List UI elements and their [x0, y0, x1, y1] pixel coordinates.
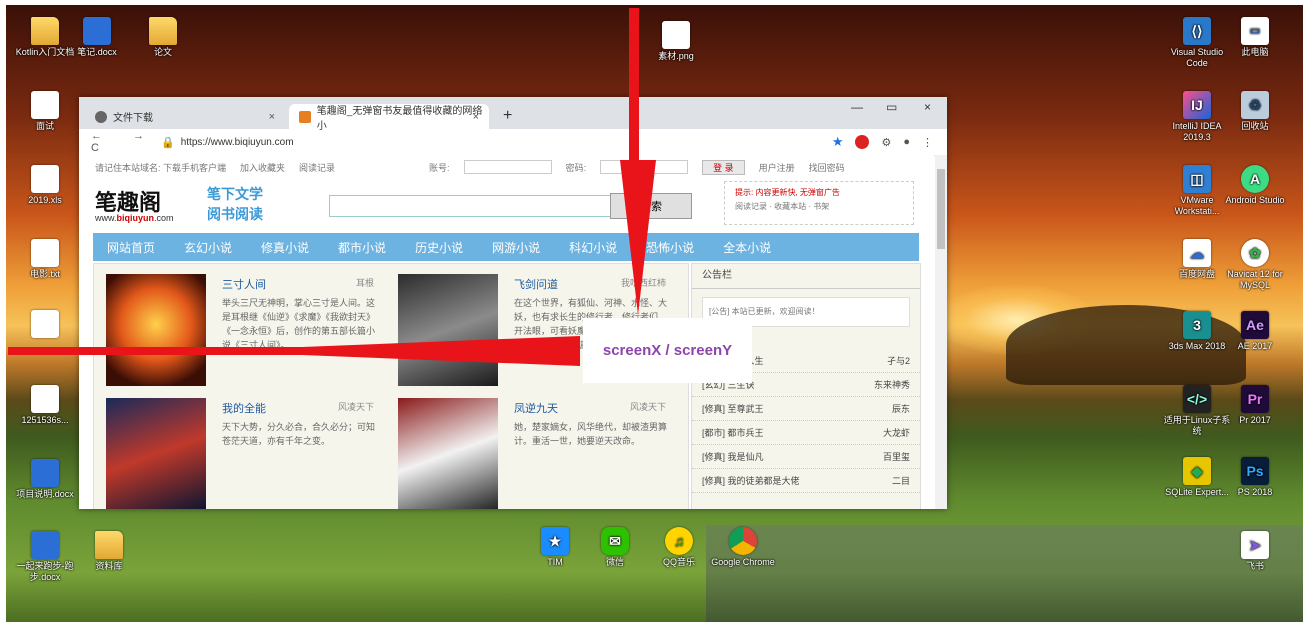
screen-xy-label: screenX / screenY — [583, 318, 752, 383]
arrow-left-head — [200, 336, 580, 366]
arrow-down-head — [620, 160, 656, 315]
annotation-arrows — [8, 160, 656, 366]
